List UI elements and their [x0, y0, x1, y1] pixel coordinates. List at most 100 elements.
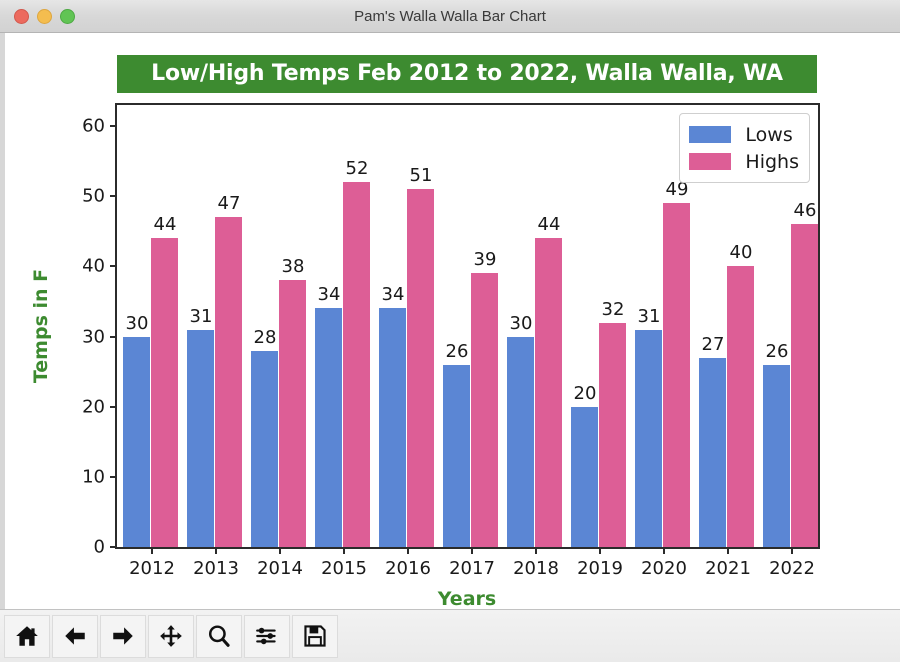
- back-button[interactable]: [52, 614, 98, 658]
- bar-lows[interactable]: [763, 364, 790, 547]
- y-tick-mark: [110, 405, 117, 408]
- x-tick-mark: [407, 547, 409, 554]
- plot-frame: 0 10 20 30 40 50 60 30 44 2012 31 47 2013 28 38 2014 34 5…: [82, 103, 820, 579]
- magnifier-zoom-icon: [206, 623, 232, 649]
- bar-highs[interactable]: [727, 266, 754, 547]
- legend-item-highs: Highs: [689, 148, 799, 175]
- sliders-configure-icon: [254, 623, 280, 649]
- x-tick-mark: [727, 547, 729, 554]
- save-button[interactable]: [292, 614, 338, 658]
- x-tick-label: 2012: [129, 558, 175, 579]
- bar-value-label: 39: [473, 249, 497, 271]
- bar-lows[interactable]: [699, 357, 726, 547]
- x-tick-label: 2016: [385, 558, 431, 579]
- x-tick-mark: [663, 547, 665, 554]
- navigation-toolbar: [0, 609, 900, 662]
- bar-lows[interactable]: [123, 336, 150, 547]
- y-tick-mark: [110, 475, 117, 478]
- bar-lows[interactable]: [507, 336, 534, 547]
- bar-value-label: 40: [729, 242, 753, 264]
- home-icon: [14, 623, 40, 649]
- x-tick-mark: [791, 547, 793, 554]
- chart-canvas: Low/High Temps Feb 2012 to 2022, Walla W…: [0, 33, 900, 610]
- y-tick-label: 20: [82, 396, 105, 418]
- bar-lows[interactable]: [635, 329, 662, 547]
- bar-group: 28 38: [249, 105, 313, 547]
- legend-swatch-lows-icon: [689, 126, 732, 143]
- bar-highs[interactable]: [535, 238, 562, 547]
- bar-highs[interactable]: [151, 238, 178, 547]
- x-axis-label: Years: [437, 588, 497, 610]
- bar-lows[interactable]: [251, 350, 278, 547]
- bar-group: 30 44: [121, 105, 185, 547]
- bar-highs[interactable]: [471, 273, 498, 547]
- y-tick-label: 10: [82, 466, 105, 488]
- forward-arrow-icon: [110, 623, 136, 649]
- bar-highs[interactable]: [407, 189, 434, 547]
- bar-lows[interactable]: [187, 329, 214, 547]
- legend-label-highs: Highs: [745, 150, 799, 173]
- x-tick-label: 2020: [641, 558, 687, 579]
- bar-group: 30 44: [505, 105, 569, 547]
- x-tick-label: 2014: [257, 558, 303, 579]
- y-tick-label: 40: [82, 255, 105, 277]
- x-tick-mark: [151, 547, 153, 554]
- y-tick-label: 30: [82, 326, 105, 348]
- floppy-save-icon: [302, 623, 328, 649]
- y-tick-mark: [110, 265, 117, 268]
- bar-highs[interactable]: [343, 182, 370, 547]
- y-axis-label: Temps in F: [30, 268, 52, 384]
- bar-value-label: 46: [793, 200, 817, 222]
- bar-lows[interactable]: [443, 364, 470, 547]
- bar-group: 20 32: [569, 105, 633, 547]
- bar-value-label: 51: [409, 165, 433, 187]
- bar-highs[interactable]: [215, 217, 242, 547]
- bar-value-label: 44: [153, 214, 177, 236]
- y-tick-label: 0: [93, 536, 105, 558]
- home-button[interactable]: [4, 614, 50, 658]
- window-title-bar: Pam's Walla Walla Bar Chart: [0, 0, 900, 33]
- x-tick-label: 2013: [193, 558, 239, 579]
- bar-highs[interactable]: [663, 203, 690, 547]
- x-tick-mark: [471, 547, 473, 554]
- bar-lows[interactable]: [571, 406, 598, 547]
- x-tick-label: 2015: [321, 558, 367, 579]
- zoom-button[interactable]: [196, 614, 242, 658]
- x-tick-label: 2021: [705, 558, 751, 579]
- configure-subplots-button[interactable]: [244, 614, 290, 658]
- bar-value-label: 44: [537, 214, 561, 236]
- x-tick-mark: [343, 547, 345, 554]
- bar-value-label: 32: [601, 298, 625, 320]
- x-tick-mark: [599, 547, 601, 554]
- y-tick-label: 60: [82, 115, 105, 137]
- y-tick-mark: [110, 195, 117, 198]
- bar-highs[interactable]: [599, 322, 626, 547]
- chart-legend: Lows Highs: [679, 113, 810, 183]
- x-tick-label: 2019: [577, 558, 623, 579]
- y-tick-mark: [110, 335, 117, 338]
- bar-value-label: 38: [281, 256, 305, 278]
- pan-move-icon: [158, 623, 184, 649]
- x-tick-label: 2022: [769, 558, 815, 579]
- legend-swatch-highs-icon: [689, 153, 732, 170]
- y-tick-mark: [110, 125, 117, 128]
- pan-button[interactable]: [148, 614, 194, 658]
- bar-value-label: 47: [217, 193, 241, 215]
- application-window: Pam's Walla Walla Bar Chart Low/High Tem…: [0, 0, 900, 662]
- bar-value-label: 52: [345, 158, 369, 180]
- x-tick-mark: [535, 547, 537, 554]
- bar-lows[interactable]: [315, 308, 342, 547]
- bar-group: 34 52: [313, 105, 377, 547]
- y-tick-mark: [110, 546, 117, 548]
- bar-highs[interactable]: [279, 280, 306, 547]
- bar-lows[interactable]: [379, 308, 406, 547]
- y-tick-label: 50: [82, 185, 105, 207]
- x-tick-mark: [279, 547, 281, 554]
- bar-group: 26 39: [441, 105, 505, 547]
- bar-highs[interactable]: [791, 224, 818, 547]
- back-arrow-icon: [62, 623, 88, 649]
- forward-button[interactable]: [100, 614, 146, 658]
- legend-item-lows: Lows: [689, 121, 799, 148]
- bar-group: 34 51: [377, 105, 441, 547]
- x-tick-mark: [215, 547, 217, 554]
